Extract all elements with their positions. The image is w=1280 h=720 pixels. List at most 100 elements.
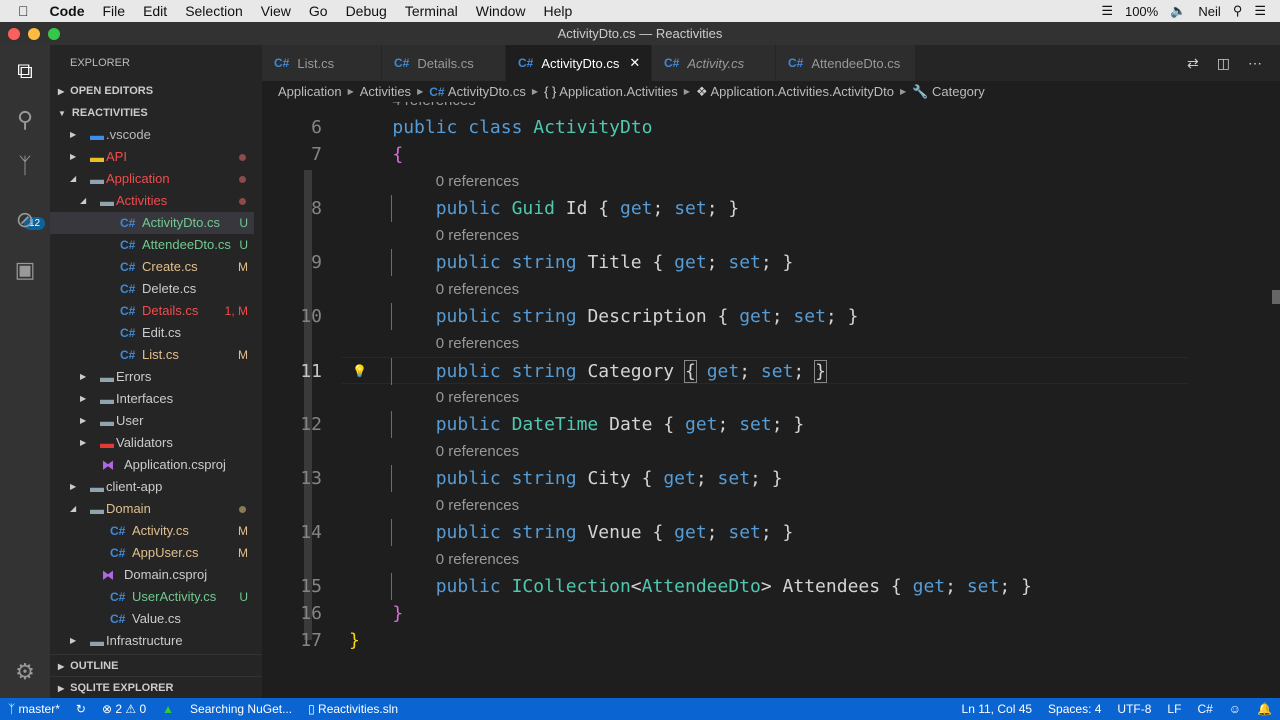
tree-item-edit-cs[interactable]: C# Edit.cs (50, 322, 254, 344)
user-name[interactable]: Neil (1198, 4, 1220, 19)
code-editor[interactable]: 4 references6 public class ActivityDto7 … (262, 102, 1280, 698)
codelens-references[interactable]: 0 references (436, 330, 519, 357)
codelens-references[interactable]: 0 references (436, 384, 519, 411)
tree-item-validators[interactable]: ▶ ▬ Validators (50, 432, 254, 454)
minimize-window-button[interactable] (28, 28, 40, 40)
open-changes-icon[interactable]: ⇄ (1187, 55, 1199, 72)
close-tab-icon[interactable]: ✕ (629, 55, 640, 71)
chevron-right-icon[interactable]: ▶ (70, 476, 76, 498)
code-line[interactable]: 9 public string Title { get; set; } (262, 249, 1262, 276)
code-line[interactable]: 16 } (262, 600, 1262, 627)
chevron-down-icon[interactable]: ◢ (70, 168, 76, 190)
tab-activity-cs[interactable]: C# Activity.cs (652, 45, 776, 81)
tree-item-interfaces[interactable]: ▶ ▬ Interfaces (50, 388, 254, 410)
codelens-references[interactable]: 0 references (436, 546, 519, 573)
breadcrumb-item[interactable]: ❖ Application.Activities.ActivityDto (696, 84, 894, 100)
tab-activitydto-cs[interactable]: C# ActivityDto.cs ✕ (506, 45, 652, 81)
tree-item-create-cs[interactable]: C# Create.cs M (50, 256, 254, 278)
code-line[interactable]: 11 💡 public string Category { get; set; } (300, 357, 1188, 385)
codelens-references[interactable]: 0 references (436, 276, 519, 303)
tree-item-activities[interactable]: ◢ ▬ Activities (50, 190, 254, 212)
breadcrumb-item[interactable]: { } Application.Activities (544, 84, 678, 99)
codelens-references[interactable]: 0 references (436, 168, 519, 195)
chevron-right-icon[interactable]: ▶ (70, 146, 76, 168)
tree-item-errors[interactable]: ▶ ▬ Errors (50, 366, 254, 388)
tree-item-value-cs[interactable]: C# Value.cs (50, 608, 254, 630)
sqlite-explorer-section[interactable]: ▶ SQLITE EXPLORER (50, 676, 262, 698)
chevron-down-icon[interactable]: ◢ (80, 190, 86, 212)
code-line[interactable]: 10 public string Description { get; set;… (262, 303, 1262, 330)
codelens-references[interactable]: 0 references (436, 492, 519, 519)
indentation[interactable]: Spaces: 4 (1048, 702, 1101, 716)
tree-item-appuser-cs[interactable]: C# AppUser.cs M (50, 542, 254, 564)
problems-indicator[interactable]: ⊗ 2 ⚠ 0 (102, 702, 146, 716)
tree-item-activitydto-cs[interactable]: C# ActivityDto.cs U (50, 212, 254, 234)
chevron-right-icon[interactable]: ▶ (80, 410, 86, 432)
breadcrumb-item[interactable]: Application (278, 84, 342, 99)
code-line[interactable]: 14 public string Venue { get; set; } (262, 519, 1262, 546)
tree-item-details-cs[interactable]: C# Details.cs 1, M (50, 300, 254, 322)
search-icon[interactable]: ⚲ (12, 107, 38, 133)
notifications-bell-icon[interactable]: 🔔 (1257, 702, 1272, 716)
tree-item-infrastructure[interactable]: ▶ ▬ Infrastructure (50, 630, 254, 652)
battery-text[interactable]: 100% (1125, 4, 1158, 19)
breadcrumb-item[interactable]: Activities (360, 84, 411, 99)
code-line[interactable]: 15 public ICollection<AttendeeDto> Atten… (262, 573, 1262, 600)
language-mode[interactable]: C# (1197, 702, 1212, 716)
tree-item-domain-csproj[interactable]: ⧓ Domain.csproj (50, 564, 254, 586)
app-menu[interactable]: Code (50, 3, 85, 19)
explorer-icon[interactable]: ⧉ (12, 58, 38, 84)
notification-center-icon[interactable]: ☰ (1254, 3, 1266, 19)
debug-icon[interactable]: ⊘ (12, 207, 38, 233)
menu-terminal[interactable]: Terminal (405, 3, 458, 19)
zoom-window-button[interactable] (48, 28, 60, 40)
solution-indicator[interactable]: ▯ Reactivities.sln (308, 702, 398, 716)
more-actions-icon[interactable]: ⋯ (1248, 55, 1262, 72)
breadcrumb-item[interactable]: C# ActivityDto.cs (429, 84, 526, 99)
tree-item-activity-cs[interactable]: C# Activity.cs M (50, 520, 254, 542)
tree-item-user[interactable]: ▶ ▬ User (50, 410, 254, 432)
tab-details-cs[interactable]: C# Details.cs (382, 45, 506, 81)
codelens-references[interactable]: 0 references (436, 222, 519, 249)
menu-window[interactable]: Window (476, 3, 526, 19)
tree-item-delete-cs[interactable]: C# Delete.cs (50, 278, 254, 300)
menu-file[interactable]: File (103, 3, 126, 19)
chevron-down-icon[interactable]: ◢ (70, 498, 76, 520)
open-editors-section[interactable]: ▶ OPEN EDITORS (50, 80, 262, 102)
feedback-smiley-icon[interactable]: ☺ (1229, 702, 1241, 716)
tree-item-client-app[interactable]: ▶ ▬ client-app (50, 476, 254, 498)
breadcrumb-item[interactable]: 🔧 Category (912, 84, 985, 100)
code-line[interactable]: 8 public Guid Id { get; set; } (262, 195, 1262, 222)
close-window-button[interactable] (8, 28, 20, 40)
wifi-icon[interactable]: ☰ (1101, 3, 1113, 19)
editor-scrollbar[interactable] (1272, 290, 1280, 304)
menu-view[interactable]: View (261, 3, 291, 19)
volume-icon[interactable]: 🔈 (1170, 3, 1186, 19)
settings-gear-icon[interactable]: ⚙ (12, 659, 38, 685)
encoding[interactable]: UTF-8 (1117, 702, 1151, 716)
tree-item-application[interactable]: ◢ ▬ Application (50, 168, 254, 190)
chevron-right-icon[interactable]: ▶ (80, 388, 86, 410)
code-line[interactable]: 13 public string City { get; set; } (262, 465, 1262, 492)
apple-icon[interactable]:  (18, 3, 29, 19)
project-section[interactable]: ▼ REACTIVITIES (50, 102, 262, 124)
tree-item-domain[interactable]: ◢ ▬ Domain (50, 498, 254, 520)
tree-item--vscode[interactable]: ▶ ▬ .vscode (50, 124, 254, 146)
menu-help[interactable]: Help (544, 3, 573, 19)
extensions-icon[interactable]: ▣ (12, 257, 38, 283)
source-control-icon[interactable]: ᛉ (12, 153, 38, 179)
tree-item-api[interactable]: ▶ ▬ API (50, 146, 254, 168)
tree-item-attendeedto-cs[interactable]: C# AttendeeDto.cs U (50, 234, 254, 256)
menu-debug[interactable]: Debug (346, 3, 387, 19)
spotlight-icon[interactable]: ⚲ (1233, 3, 1243, 19)
code-line[interactable]: 12 public DateTime Date { get; set; } (262, 411, 1262, 438)
tree-item-application-csproj[interactable]: ⧓ Application.csproj (50, 454, 254, 476)
menu-selection[interactable]: Selection (185, 3, 243, 19)
tree-item-useractivity-cs[interactable]: C# UserActivity.cs U (50, 586, 254, 608)
code-line[interactable]: 17} (262, 627, 1262, 654)
chevron-right-icon[interactable]: ▶ (80, 366, 86, 388)
code-line[interactable]: 7 { (262, 141, 1262, 168)
tab-attendeedto-cs[interactable]: C# AttendeeDto.cs (776, 45, 916, 81)
sync-icon[interactable]: ↻ (76, 702, 86, 716)
chevron-right-icon[interactable]: ▶ (70, 124, 76, 146)
